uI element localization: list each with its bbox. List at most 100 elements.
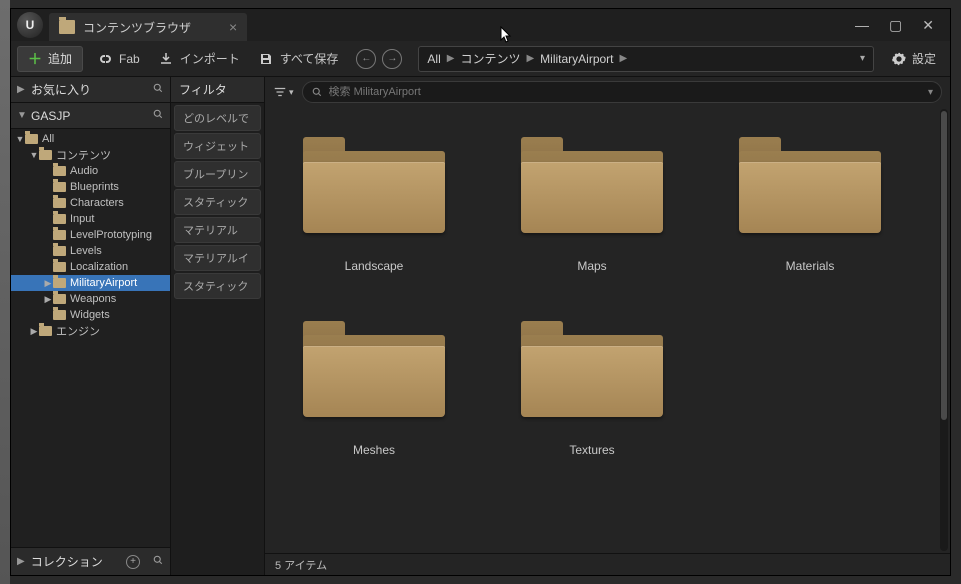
nav-forward-button[interactable]: →	[382, 49, 402, 69]
folder-icon	[53, 214, 66, 224]
filter-lines-icon	[273, 85, 287, 99]
chevron-right-icon: ▶	[447, 53, 455, 64]
tree-item-input[interactable]: Input	[11, 211, 170, 227]
filter-item[interactable]: スタティック	[174, 189, 261, 215]
search-icon[interactable]	[152, 108, 164, 123]
folder-icon	[303, 313, 445, 417]
favorites-header[interactable]: ▶ お気に入り	[11, 77, 170, 103]
tree-item-blueprints[interactable]: Blueprints	[11, 179, 170, 195]
folder-icon	[53, 262, 66, 272]
filter-item[interactable]: どのレベルで	[174, 105, 261, 131]
nav-back-button[interactable]: ←	[356, 49, 376, 69]
filter-item[interactable]: マテリアル	[174, 217, 261, 243]
tree-item-levelprototyping[interactable]: LevelPrototyping	[11, 227, 170, 243]
folder-icon	[53, 182, 66, 192]
minimize-button[interactable]: —	[855, 17, 869, 34]
toolbar: ＋ 追加 Fab インポート すべて保存 ← → All ▶ コンテンツ ▶ M…	[11, 41, 950, 77]
search-box[interactable]: ▾	[302, 81, 942, 103]
folder-icon	[521, 313, 663, 417]
fab-button[interactable]: Fab	[93, 51, 144, 67]
filter-item[interactable]: ウィジェット	[174, 133, 261, 159]
asset-label: Landscape	[345, 259, 404, 273]
chevron-down-icon: ▼	[17, 110, 27, 121]
crumb-militaryairport[interactable]: MilitaryAirport	[540, 52, 613, 66]
search-icon[interactable]	[152, 82, 164, 97]
filter-item[interactable]: ブループリン	[174, 161, 261, 187]
tree-item-all[interactable]: ▼All	[11, 131, 170, 147]
scrollbar[interactable]	[940, 109, 948, 551]
fab-label: Fab	[119, 52, 140, 66]
crumb-all[interactable]: All	[427, 52, 440, 66]
filter-item[interactable]: マテリアルイ	[174, 245, 261, 271]
tree-item-label: Localization	[70, 261, 128, 273]
tree-item-コンテンツ[interactable]: ▼ コンテンツ	[11, 147, 170, 163]
tree-item-widgets[interactable]: Widgets	[11, 307, 170, 323]
folder-icon	[39, 326, 52, 336]
collections-header[interactable]: ▶ コレクション +	[11, 547, 170, 575]
asset-folder-materials[interactable]: Materials	[701, 129, 919, 273]
maximize-button[interactable]: ▢	[889, 17, 902, 34]
favorites-label: お気に入り	[31, 81, 148, 98]
search-input[interactable]	[329, 86, 922, 98]
filter-column: フィルタ どのレベルでウィジェットブループリンスタティックマテリアルマテリアルイ…	[171, 77, 265, 575]
filter-header: フィルタ	[171, 77, 264, 103]
add-button[interactable]: ＋ 追加	[17, 46, 83, 72]
project-header[interactable]: ▼ GASJP	[11, 103, 170, 129]
folder-tree: ▼All▼コンテンツAudioBlueprintsCharactersInput…	[11, 129, 170, 547]
tree-item-characters[interactable]: Characters	[11, 195, 170, 211]
save-icon	[258, 51, 274, 67]
breadcrumb[interactable]: All ▶ コンテンツ ▶ MilitaryAirport ▶ ▾	[418, 46, 874, 72]
close-button[interactable]: ✕	[922, 17, 934, 34]
filter-item[interactable]: スタティック	[174, 273, 261, 299]
asset-folder-textures[interactable]: Textures	[483, 313, 701, 457]
add-collection-icon[interactable]: +	[126, 555, 140, 569]
sidebar: ▶ お気に入り ▼ GASJP ▼All▼コンテンツAudioBlueprint…	[11, 77, 171, 575]
folder-icon	[53, 198, 66, 208]
tree-item-label: Blueprints	[70, 181, 119, 193]
folder-icon	[53, 310, 66, 320]
folder-icon	[53, 278, 66, 288]
breadcrumb-dropdown[interactable]: ▾	[860, 53, 865, 64]
add-label: 追加	[48, 50, 72, 67]
settings-button[interactable]: 設定	[892, 50, 936, 67]
save-all-button[interactable]: すべて保存	[254, 50, 343, 67]
asset-folder-meshes[interactable]: Meshes	[265, 313, 483, 457]
folder-icon	[25, 134, 38, 144]
tree-item-localization[interactable]: Localization	[11, 259, 170, 275]
crumb-content[interactable]: コンテンツ	[460, 50, 520, 67]
asset-label: Maps	[577, 259, 606, 273]
settings-label: 設定	[912, 50, 936, 67]
asset-folder-landscape[interactable]: Landscape	[265, 129, 483, 273]
asset-folder-maps[interactable]: Maps	[483, 129, 701, 273]
tree-item-militaryairport[interactable]: ▶MilitaryAirport	[11, 275, 170, 291]
chevron-down-icon: ▼	[29, 150, 39, 160]
content-browser-window: U コンテンツブラウザ × — ▢ ✕ ＋ 追加 Fab インポート すべて保存	[10, 8, 951, 576]
window-tab[interactable]: コンテンツブラウザ ×	[49, 13, 247, 41]
folder-icon	[53, 294, 66, 304]
import-button[interactable]: インポート	[154, 50, 244, 67]
plus-icon: ＋	[28, 49, 42, 69]
tree-item-エンジン[interactable]: ▶エンジン	[11, 323, 170, 339]
search-dropdown[interactable]: ▾	[928, 87, 933, 98]
item-count: 5 アイテム	[275, 557, 327, 573]
search-icon[interactable]	[152, 554, 164, 569]
asset-label: Meshes	[353, 443, 395, 457]
project-label: GASJP	[31, 109, 148, 123]
chevron-right-icon: ▶	[43, 278, 53, 289]
chevron-right-icon: ▶	[526, 53, 534, 64]
status-bar: 5 アイテム	[265, 553, 950, 575]
chevron-down-icon: ▾	[289, 87, 294, 98]
folder-icon	[53, 166, 66, 176]
close-tab-icon[interactable]: ×	[229, 19, 237, 35]
folder-icon	[53, 230, 66, 240]
chevron-down-icon: ▼	[15, 134, 25, 144]
collections-label: コレクション	[31, 553, 120, 570]
tree-item-weapons[interactable]: ▶Weapons	[11, 291, 170, 307]
tree-item-label: コンテンツ	[56, 147, 111, 163]
scroll-thumb[interactable]	[941, 111, 947, 420]
tree-item-levels[interactable]: Levels	[11, 243, 170, 259]
sort-button[interactable]: ▾	[273, 85, 294, 99]
folder-icon	[39, 150, 52, 160]
tree-item-audio[interactable]: Audio	[11, 163, 170, 179]
folder-icon	[303, 129, 445, 233]
